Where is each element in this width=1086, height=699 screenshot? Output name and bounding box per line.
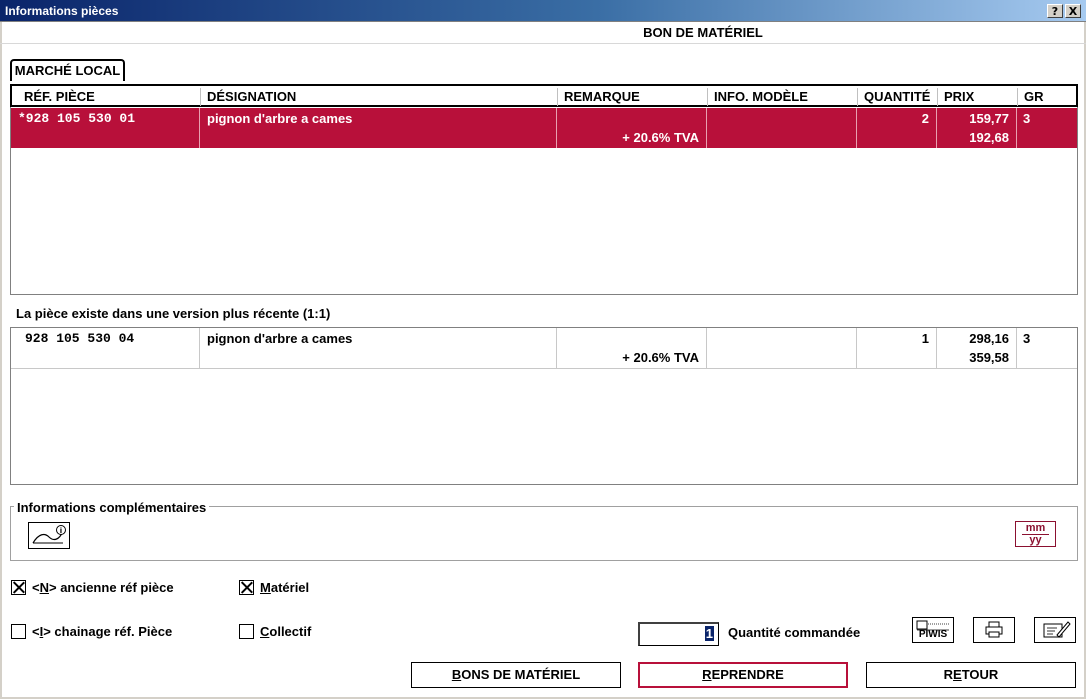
materiel-checkbox[interactable] [239, 580, 254, 595]
quantity-ordered-label: Quantité commandée [728, 625, 861, 640]
newer-version-label: La pièce existe dans une version plus ré… [16, 306, 331, 321]
row-ref: *928 105 530 01 [18, 111, 136, 126]
tab-marche-local[interactable]: MARCHÉ LOCAL [10, 59, 125, 81]
chain-ref-label: <I> chainage réf. Pièce [32, 624, 173, 639]
close-button[interactable]: X [1065, 4, 1081, 18]
old-ref-checkbox[interactable] [11, 580, 26, 595]
row-designation: pignon d'arbre a cames [207, 331, 353, 346]
table-row[interactable]: *928 105 530 01 pignon d'arbre a cames +… [11, 108, 1077, 148]
table-row[interactable]: 928 105 530 04 pignon d'arbre a cames + … [11, 328, 1077, 369]
col-prix[interactable]: PRIX [938, 88, 1018, 106]
page-title: BON DE MATÉRIEL [0, 24, 1086, 44]
row-remark: + 20.6% TVA [622, 350, 699, 365]
date-mm-yy-button[interactable]: mm yy [1015, 521, 1056, 547]
piwis-button[interactable]: PIWIS [912, 617, 954, 643]
row-gr: 3 [1023, 111, 1031, 126]
col-quantite[interactable]: QUANTITÉ [858, 88, 938, 106]
col-remarque[interactable]: REMARQUE [558, 88, 708, 106]
complementary-info-label: Informations complémentaires [14, 500, 210, 515]
retour-button[interactable]: RETOUR [866, 662, 1076, 688]
edit-button[interactable] [1034, 617, 1076, 643]
parts-table: *928 105 530 01 pignon d'arbre a cames +… [10, 105, 1078, 295]
edit-note-icon [1043, 621, 1071, 638]
row-quantity: 1 [921, 331, 929, 346]
help-button[interactable]: ? [1047, 4, 1063, 18]
col-info-modele[interactable]: INFO. MODÈLE [708, 88, 858, 106]
col-gr[interactable]: GR [1018, 88, 1076, 106]
collectif-checkbox[interactable] [239, 624, 254, 639]
row-gr: 3 [1023, 331, 1031, 346]
print-button[interactable] [973, 617, 1015, 643]
parts-table-header: RÉF. PIÈCE DÉSIGNATION REMARQUE INFO. MO… [10, 84, 1078, 107]
row-quantity: 2 [921, 111, 929, 126]
date-icon-mm: mm [1025, 522, 1046, 534]
info-curve-icon: i [32, 525, 66, 544]
info-image-button[interactable]: i [28, 522, 70, 549]
row-designation: pignon d'arbre a cames [207, 111, 353, 126]
old-ref-label: <N> ancienne réf pièce [32, 580, 174, 595]
col-designation[interactable]: DÉSIGNATION [201, 88, 558, 106]
row-price-tva: 359,58 [969, 350, 1009, 365]
reprendre-button[interactable]: REPRENDRE [638, 662, 848, 688]
piwis-label: PIWIS [918, 629, 948, 640]
collectif-label: Collectif [260, 624, 312, 639]
row-remark: + 20.6% TVA [622, 130, 699, 145]
materiel-label: Matériel [260, 580, 310, 595]
window-title: Informations pièces [5, 4, 119, 18]
row-ref: 928 105 530 04 [25, 331, 135, 346]
chain-ref-checkbox[interactable] [11, 624, 26, 639]
col-ref-piece[interactable]: RÉF. PIÈCE [12, 88, 201, 106]
row-price: 298,16 [969, 331, 1009, 346]
window-title-bar: Informations pièces ? X [0, 0, 1086, 22]
bons-materiel-button[interactable]: BONS DE MATÉRIEL [411, 662, 621, 688]
newer-version-table: 928 105 530 04 pignon d'arbre a cames + … [10, 327, 1078, 485]
row-price-tva: 192,68 [969, 130, 1009, 145]
printer-icon [985, 621, 1003, 638]
date-icon-yy: yy [1022, 534, 1049, 546]
svg-text:i: i [60, 527, 62, 535]
row-price: 159,77 [969, 111, 1009, 126]
quantity-ordered-input[interactable]: 1 [638, 622, 719, 646]
